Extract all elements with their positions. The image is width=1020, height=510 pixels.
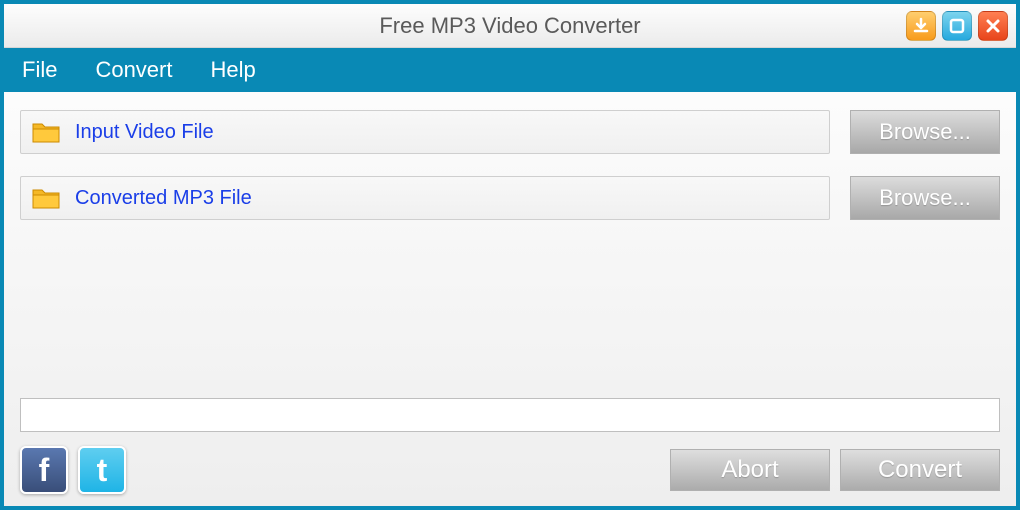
progress-bar bbox=[20, 398, 1000, 432]
maximize-button[interactable] bbox=[942, 11, 972, 41]
output-file-field[interactable]: Converted MP3 File bbox=[20, 176, 830, 220]
menu-convert[interactable]: Convert bbox=[95, 57, 172, 83]
window-controls bbox=[906, 11, 1008, 41]
titlebar: Free MP3 Video Converter bbox=[4, 4, 1016, 48]
spacer bbox=[20, 242, 1000, 398]
input-file-field[interactable]: Input Video File bbox=[20, 110, 830, 154]
folder-icon bbox=[31, 186, 61, 210]
menu-help[interactable]: Help bbox=[211, 57, 256, 83]
download-button[interactable] bbox=[906, 11, 936, 41]
browse-input-button[interactable]: Browse... bbox=[850, 110, 1000, 154]
browse-output-button[interactable]: Browse... bbox=[850, 176, 1000, 220]
menubar: File Convert Help bbox=[4, 48, 1016, 92]
output-file-row: Converted MP3 File Browse... bbox=[20, 176, 1000, 220]
menu-file[interactable]: File bbox=[22, 57, 57, 83]
app-title: Free MP3 Video Converter bbox=[4, 13, 1016, 39]
convert-button[interactable]: Convert bbox=[840, 449, 1000, 491]
abort-button[interactable]: Abort bbox=[670, 449, 830, 491]
input-file-label: Input Video File bbox=[75, 121, 214, 144]
content-area: Input Video File Browse... Converted MP3… bbox=[4, 92, 1016, 506]
output-file-label: Converted MP3 File bbox=[75, 187, 252, 210]
twitter-icon: t bbox=[97, 452, 108, 489]
maximize-icon bbox=[949, 18, 965, 34]
close-button[interactable] bbox=[978, 11, 1008, 41]
input-file-row: Input Video File Browse... bbox=[20, 110, 1000, 154]
facebook-icon: f bbox=[39, 452, 50, 489]
download-icon bbox=[912, 17, 930, 35]
facebook-button[interactable]: f bbox=[20, 446, 68, 494]
bottom-row: f t Abort Convert bbox=[20, 446, 1000, 494]
folder-icon bbox=[31, 120, 61, 144]
close-icon bbox=[985, 18, 1001, 34]
twitter-button[interactable]: t bbox=[78, 446, 126, 494]
app-window: Free MP3 Video Converter File Convert He… bbox=[0, 0, 1020, 510]
